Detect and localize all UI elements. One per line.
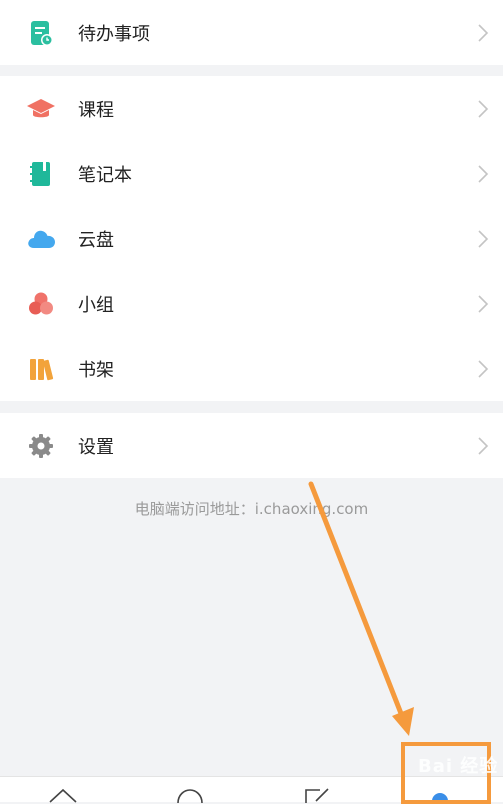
chevron-right-icon bbox=[478, 294, 489, 313]
menu-item-label: 云盘 bbox=[78, 229, 114, 251]
menu-item-label: 待办事项 bbox=[78, 23, 150, 45]
menu-item-label: 设置 bbox=[78, 436, 114, 458]
menu-item-bookshelf[interactable]: 书架 bbox=[0, 336, 503, 401]
menu-item-notebook[interactable]: 笔记本 bbox=[0, 141, 503, 206]
chevron-right-icon bbox=[478, 99, 489, 118]
todo-list-icon bbox=[26, 18, 56, 48]
watermark-logo: Bai 经验 bbox=[418, 756, 499, 777]
menu-item-label: 小组 bbox=[78, 294, 114, 316]
pc-address-text: 电脑端访问地址：i.chaoxing.com bbox=[134, 500, 369, 518]
menu-item-todo[interactable]: 待办事项 bbox=[0, 0, 503, 65]
chevron-right-icon bbox=[478, 359, 489, 378]
menu-item-settings[interactable]: 设置 bbox=[0, 413, 503, 478]
menu-item-group[interactable]: 小组 bbox=[0, 271, 503, 336]
menu-item-label: 笔记本 bbox=[78, 164, 132, 186]
menu-item-courses[interactable]: 课程 bbox=[0, 76, 503, 141]
bookshelf-icon bbox=[26, 354, 56, 384]
gear-icon bbox=[26, 431, 56, 461]
menu-item-label: 课程 bbox=[78, 99, 114, 121]
notebook-icon bbox=[26, 159, 56, 189]
menu-group-settings: 设置 bbox=[0, 413, 503, 478]
cloud-icon bbox=[26, 224, 56, 254]
menu-group-main: 课程 笔记本 云盘 小组 书架 bbox=[0, 76, 503, 401]
chevron-right-icon bbox=[478, 164, 489, 183]
chevron-right-icon bbox=[478, 23, 489, 42]
chevron-right-icon bbox=[478, 229, 489, 248]
group-circles-icon bbox=[26, 289, 56, 319]
menu-item-label: 书架 bbox=[78, 359, 114, 381]
menu-group-top: 待办事项 bbox=[0, 0, 503, 65]
menu-item-cloud[interactable]: 云盘 bbox=[0, 206, 503, 271]
graduation-cap-icon bbox=[26, 94, 56, 124]
chevron-right-icon bbox=[478, 436, 489, 455]
